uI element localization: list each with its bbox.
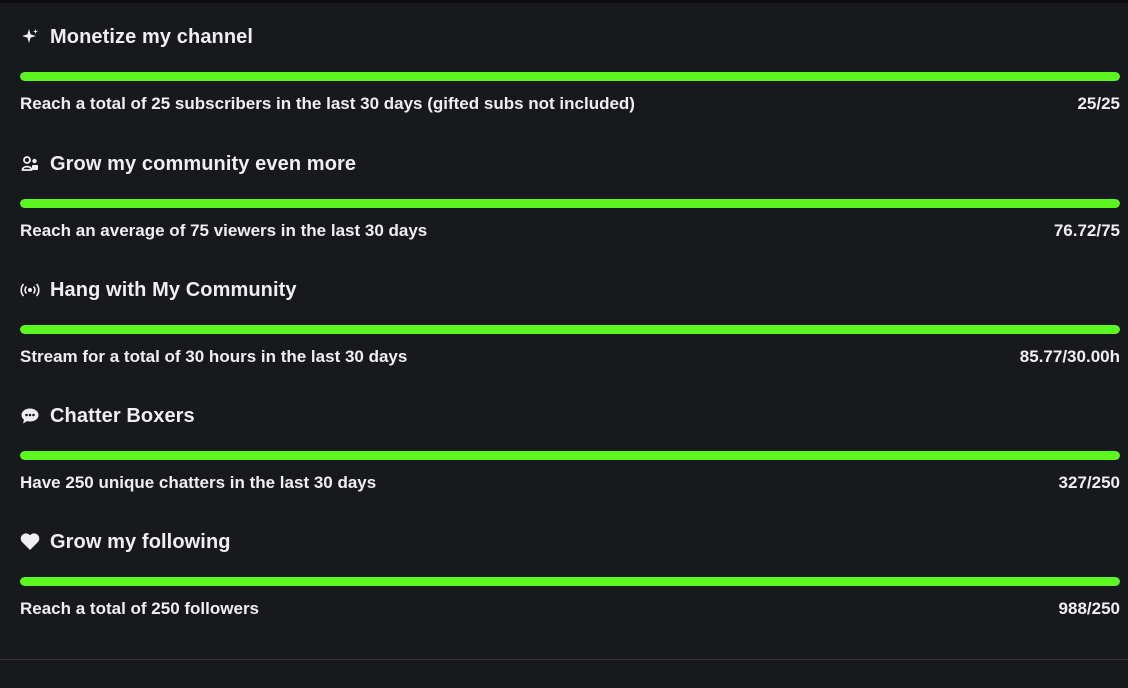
progress-bar-fill — [20, 451, 1120, 460]
goal-description: Have 250 unique chatters in the last 30 … — [20, 473, 377, 492]
goal-header: Monetize my channel — [20, 24, 253, 50]
goal-footer: Have 250 unique chatters in the last 30 … — [20, 472, 1120, 494]
goal-title: Hang with My Community — [50, 278, 297, 301]
goal-description: Stream for a total of 30 hours in the la… — [20, 347, 408, 366]
goal-footer: Reach a total of 25 subscribers in the l… — [20, 93, 1120, 115]
goal-progress-value: 76.72/75 — [1053, 221, 1120, 240]
goal-footer: Stream for a total of 30 hours in the la… — [20, 346, 1120, 368]
progress-bar — [20, 577, 1120, 586]
progress-bar-fill — [20, 72, 1120, 81]
goal-hang: Hang with My Community Stream for a tota… — [20, 253, 1120, 373]
goal-header: Grow my following — [20, 529, 231, 555]
goal-title: Chatter Boxers — [50, 404, 195, 427]
goal-monetize: Monetize my channel Reach a total of 25 … — [20, 0, 1120, 120]
goal-description: Reach an average of 75 viewers in the la… — [20, 221, 428, 240]
goal-header: Hang with My Community — [20, 277, 297, 303]
progress-bar — [20, 199, 1120, 208]
goal-title: Grow my community even more — [50, 152, 357, 175]
goal-following: Grow my following Reach a total of 250 f… — [20, 505, 1120, 625]
goal-community: Grow my community even more Reach an ave… — [20, 127, 1120, 247]
heart-icon — [20, 532, 40, 552]
section-divider — [0, 659, 1128, 660]
goal-description: Reach a total of 250 followers — [20, 599, 260, 618]
sparkle-icon — [20, 27, 40, 47]
goal-title: Monetize my channel — [50, 25, 254, 48]
broadcast-icon — [20, 280, 40, 300]
progress-bar — [20, 72, 1120, 81]
progress-bar-fill — [20, 199, 1120, 208]
chat-bubble-icon — [20, 406, 40, 426]
goal-progress-value: 327/250 — [1058, 473, 1120, 492]
goal-description: Reach a total of 25 subscribers in the l… — [20, 94, 635, 113]
progress-bar — [20, 451, 1120, 460]
goal-header: Chatter Boxers — [20, 403, 195, 429]
goal-header: Grow my community even more — [20, 151, 356, 177]
community-icon — [20, 154, 40, 174]
progress-bar-fill — [20, 577, 1120, 586]
goal-progress-value: 25/25 — [1077, 94, 1120, 113]
progress-bar-fill — [20, 325, 1120, 334]
goal-footer: Reach an average of 75 viewers in the la… — [20, 220, 1120, 242]
goal-footer: Reach a total of 250 followers 988/250 — [20, 598, 1120, 620]
goal-title: Grow my following — [50, 530, 231, 553]
goal-chatter: Chatter Boxers Have 250 unique chatters … — [20, 379, 1120, 499]
goal-progress-value: 85.77/30.00h — [1019, 347, 1120, 366]
progress-bar — [20, 325, 1120, 334]
goal-progress-value: 988/250 — [1058, 599, 1120, 618]
